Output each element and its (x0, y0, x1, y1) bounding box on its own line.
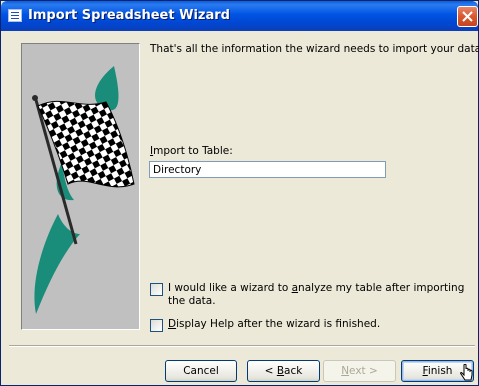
window-title: Import Spreadsheet Wizard (28, 8, 230, 23)
cancel-button[interactable]: Cancel (165, 360, 237, 382)
table-name-input[interactable] (149, 161, 386, 178)
form-icon (8, 9, 22, 22)
wizard-illustration-panel (21, 43, 140, 330)
analyze-table-checkbox[interactable] (150, 283, 163, 296)
display-help-checkbox[interactable] (150, 319, 163, 332)
hand-pointer-icon (460, 364, 473, 381)
title-bar[interactable]: Import Spreadsheet Wizard (1, 1, 478, 31)
help-label-access-key: D (168, 318, 177, 330)
import-to-table-label: Import to Table: (150, 145, 233, 157)
checkered-flag-icon (32, 66, 135, 314)
next-access-key: N (341, 365, 350, 377)
finish-label-rest: inish (427, 365, 453, 377)
analyze-label-prefix: I would like a wizard to (168, 282, 292, 294)
button-separator (9, 345, 475, 347)
close-icon (462, 11, 473, 22)
next-button: Next > (323, 360, 396, 382)
next-label-rest: ext > (349, 365, 378, 377)
analyze-table-option[interactable]: I would like a wizard to analyze my tabl… (150, 282, 468, 308)
close-button[interactable] (457, 6, 478, 27)
back-prefix: < (264, 365, 277, 377)
help-label-text: isplay Help after the wizard is finished… (176, 318, 381, 330)
import-spreadsheet-wizard-window: Import Spreadsheet Wizard That's all the… (0, 0, 479, 386)
analyze-table-label[interactable]: I would like a wizard to analyze my tabl… (168, 282, 468, 308)
display-help-label[interactable]: Display Help after the wizard is finishe… (168, 318, 468, 331)
wizard-message: That's all the information the wizard ne… (150, 43, 479, 55)
flag-pole-knob (32, 95, 38, 101)
import-label-text: mport to Table: (153, 145, 233, 157)
back-button[interactable]: < Back (247, 360, 320, 382)
back-access-key: B (276, 365, 285, 377)
back-label-rest: ack (284, 365, 303, 377)
display-help-option[interactable]: Display Help after the wizard is finishe… (150, 318, 468, 332)
flag-cloth (37, 100, 135, 188)
